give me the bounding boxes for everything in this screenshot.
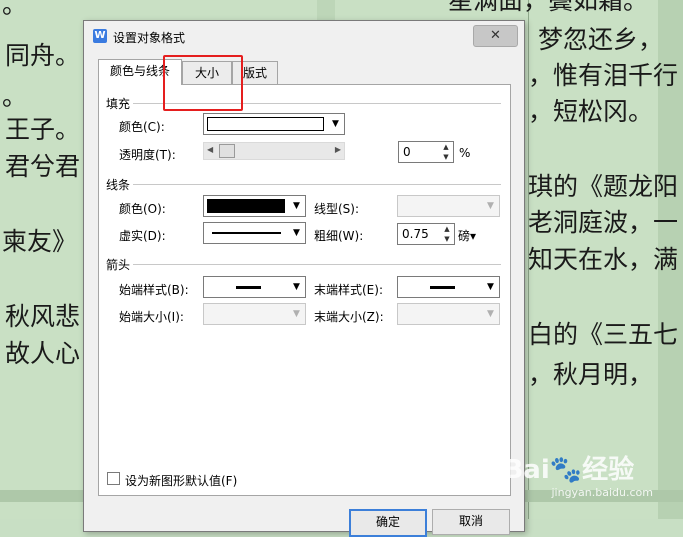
transparency-unit: % (459, 146, 471, 160)
ok-button[interactable]: 确定 (349, 509, 427, 537)
tab-highlight-annotation (163, 55, 243, 111)
spinner-arrows-icon[interactable]: ▲ ▼ (439, 142, 453, 162)
doc-left-line: 秋风悲 (5, 302, 81, 331)
doc-right-line: ，短松冈。 (528, 97, 654, 126)
doc-right-line: ，秋月明， (528, 360, 654, 389)
dash-line-sample (212, 232, 281, 234)
weight-spinner[interactable]: 0.75 ▲ ▼ (397, 223, 455, 245)
spinner-arrows-icon[interactable]: ▲ ▼ (440, 224, 454, 244)
dash-label: 虚实(D): (119, 229, 166, 243)
begin-size-dropdown[interactable]: ▼ (203, 303, 306, 325)
weight-unit-dropdown[interactable]: 磅▾ (458, 227, 476, 244)
line-color-label: 颜色(O): (119, 202, 166, 216)
fill-color-dropdown[interactable]: ▼ (203, 113, 345, 135)
doc-right-line: 老洞庭波，一 (528, 208, 679, 237)
line-section-title: 线条 (106, 178, 131, 192)
begin-style-sample (236, 286, 261, 289)
dialog-titlebar[interactable]: W 设置对象格式 ✕ (84, 21, 524, 51)
section-divider (133, 184, 501, 185)
transparency-label: 透明度(T): (119, 148, 176, 162)
doc-left-line: 故人心 (5, 339, 81, 368)
colors-lines-panel: 填充 颜色(C): ▼ 透明度(T): ◀ ▶ 0 ▲ ▼ % 线条 颜色(O):… (98, 84, 511, 496)
transparency-slider[interactable]: ◀ ▶ (203, 142, 345, 160)
cancel-button[interactable]: 取消 (432, 509, 510, 535)
doc-right-line: ，惟有泪千行 (528, 61, 679, 90)
fill-section-title: 填充 (106, 97, 131, 111)
chevron-down-icon: ▼ (293, 228, 300, 238)
close-button[interactable]: ✕ (473, 25, 518, 47)
doc-left-line: 王子。 (5, 115, 81, 144)
chevron-down-icon: ▼ (293, 309, 300, 319)
end-size-dropdown[interactable]: ▼ (397, 303, 500, 325)
end-style-label: 末端样式(E): (314, 283, 383, 297)
end-style-sample (430, 286, 455, 289)
set-default-checkbox[interactable] (107, 472, 120, 485)
watermark-logo: Bai🐾经验 (503, 455, 635, 485)
doc-left-line: 。 (2, 0, 28, 19)
doc-right-line: 梦忽还乡， (538, 25, 664, 54)
begin-style-dropdown[interactable]: ▼ (203, 276, 306, 298)
doc-left-line: 同舟。 (5, 41, 81, 70)
dash-dropdown[interactable]: ▼ (203, 222, 306, 244)
chevron-down-icon: ▼ (293, 282, 300, 292)
doc-right-line: 白的《三五七 (528, 320, 679, 349)
baidu-jingyan-watermark: Bai🐾经验 jingyan.baidu.com (503, 449, 653, 499)
line-color-swatch (207, 199, 285, 213)
dialog-title: 设置对象格式 (113, 31, 186, 45)
doc-left-line: 。 (2, 82, 28, 111)
transparency-value[interactable]: 0 (403, 145, 411, 159)
doc-right-line: 星满面，鬓如霜。 (448, 0, 649, 15)
doc-right-line: 知天在水，满 (528, 245, 679, 274)
doc-left-line: 君兮君 (5, 152, 81, 181)
arrows-section-title: 箭头 (106, 258, 131, 272)
begin-size-label: 始端大小(I): (119, 310, 184, 324)
chevron-down-icon: ▼ (332, 119, 339, 129)
begin-style-label: 始端样式(B): (119, 283, 189, 297)
watermark-site: jingyan.baidu.com (551, 486, 653, 499)
line-style-label: 线型(S): (314, 202, 360, 216)
line-color-dropdown[interactable]: ▼ (203, 195, 306, 217)
wps-app-icon: W (93, 29, 107, 43)
transparency-spinner[interactable]: 0 ▲ ▼ (398, 141, 454, 163)
format-object-dialog: W 设置对象格式 ✕ 颜色与线条 大小 版式 填充 颜色(C): ▼ 透明度(T… (83, 20, 525, 537)
chevron-down-icon: ▼ (487, 282, 494, 292)
doc-right-line: 琪的《题龙阳 (528, 172, 679, 201)
set-default-label: 设为新图形默认值(F) (125, 474, 238, 488)
transparency-slider-thumb[interactable] (219, 144, 235, 158)
doc-left-line: 柬友》 (2, 227, 78, 256)
fill-color-label: 颜色(C): (119, 120, 165, 134)
line-style-dropdown[interactable]: ▼ (397, 195, 500, 217)
slider-left-arrow-icon[interactable]: ◀ (207, 145, 213, 154)
chevron-down-icon: ▼ (487, 309, 494, 319)
weight-value[interactable]: 0.75 (402, 227, 429, 241)
chevron-down-icon: ▼ (487, 201, 494, 211)
end-size-label: 末端大小(Z): (314, 310, 384, 324)
section-divider (133, 264, 501, 265)
weight-label: 粗细(W): (314, 229, 364, 243)
slider-right-arrow-icon[interactable]: ▶ (335, 145, 341, 154)
fill-color-swatch (207, 117, 324, 131)
end-style-dropdown[interactable]: ▼ (397, 276, 500, 298)
chevron-down-icon: ▼ (293, 201, 300, 211)
